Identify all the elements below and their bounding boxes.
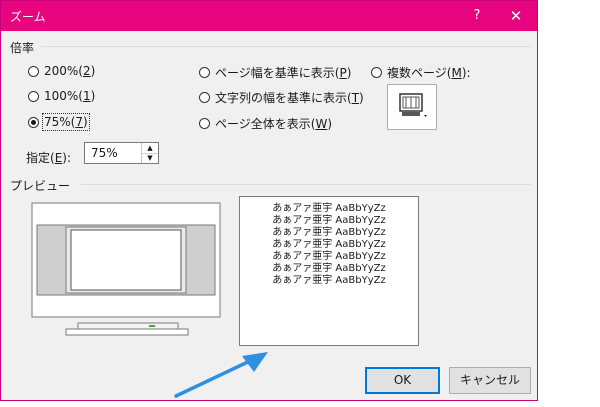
preview-group-divider [81,184,531,185]
spin-down-arrow-icon[interactable]: ▼ [142,153,158,163]
radio-100-circle [28,90,39,102]
radio-page-width[interactable]: ページ幅を基準に表示(P) [199,64,351,81]
radio-75[interactable]: 75%(7) [28,113,90,131]
sample-text-line: あぁアァ亜宇 AaBbYyZz [272,215,386,226]
radio-200[interactable]: 200%(2) [28,64,95,78]
radio-multi-page-label: 複数ページ(M): [387,66,471,80]
radio-whole-page[interactable]: ページ全体を表示(W) [199,115,332,132]
radio-200-circle [28,65,39,77]
help-button[interactable]: ? [462,5,492,27]
radio-text-width-label: 文字列の幅を基準に表示(T) [215,91,364,105]
sample-text-line: あぁアァ亜宇 AaBbYyZz [272,275,386,286]
radio-100-label: 100%(1) [44,89,96,103]
radio-page-width-circle [199,67,210,78]
sample-text-line: あぁアァ亜宇 AaBbYyZz [272,203,386,214]
monitor-preview [26,198,226,341]
radio-100[interactable]: 100%(1) [28,89,95,103]
ok-button[interactable]: OK [365,367,440,394]
monitor-pages-icon [399,93,427,117]
cancel-button[interactable]: キャンセル [449,367,531,394]
radio-multi-page[interactable]: 複数ページ(M): [371,64,471,81]
radio-page-width-label: ページ幅を基準に表示(P) [215,66,352,80]
radio-whole-page-label: ページ全体を表示(W) [215,117,333,131]
radio-text-width[interactable]: 文字列の幅を基準に表示(T) [199,89,364,106]
monitor-preview-graphic [31,202,221,336]
sample-text-line: あぁアァ亜宇 AaBbYyZz [272,251,386,262]
zoom-spinner[interactable]: ▲ ▼ [141,143,158,163]
radio-75-label: 75%(7) [42,113,90,131]
preview-group-label: プレビュー [10,177,75,194]
radio-75-circle [28,116,39,128]
radio-whole-page-circle [199,118,210,129]
sample-text-line: あぁアァ亜宇 AaBbYyZz [272,263,386,274]
annotation-arrow-icon [174,352,268,398]
zoom-percent-value: 75% [91,146,118,160]
zoom-group-divider [41,46,531,47]
title-bar: ズーム ? ✕ [1,1,537,31]
zoom-percent-input[interactable]: 75% ▲ ▼ [84,142,159,164]
window-title: ズーム [10,10,46,24]
sample-text-line: あぁアァ亜宇 AaBbYyZz [272,227,386,238]
radio-multi-page-circle [371,67,382,78]
zoom-spec-label: 指定(E): [26,151,72,165]
close-button[interactable]: ✕ [501,5,531,27]
text-sample-preview: あぁアァ亜宇 AaBbYyZz あぁアァ亜宇 AaBbYyZz あぁアァ亜宇 A… [239,196,419,346]
zoom-dialog: ズーム ? ✕ 倍率 200%(2) 100%(1) 75%(7) ページ幅を基… [0,0,538,401]
radio-200-label: 200%(2) [44,64,96,78]
sample-text-line: あぁアァ亜宇 AaBbYyZz [272,239,386,250]
zoom-group-label: 倍率 [10,39,39,56]
radio-text-width-circle [199,92,210,103]
multi-page-picker-button[interactable] [387,84,437,130]
